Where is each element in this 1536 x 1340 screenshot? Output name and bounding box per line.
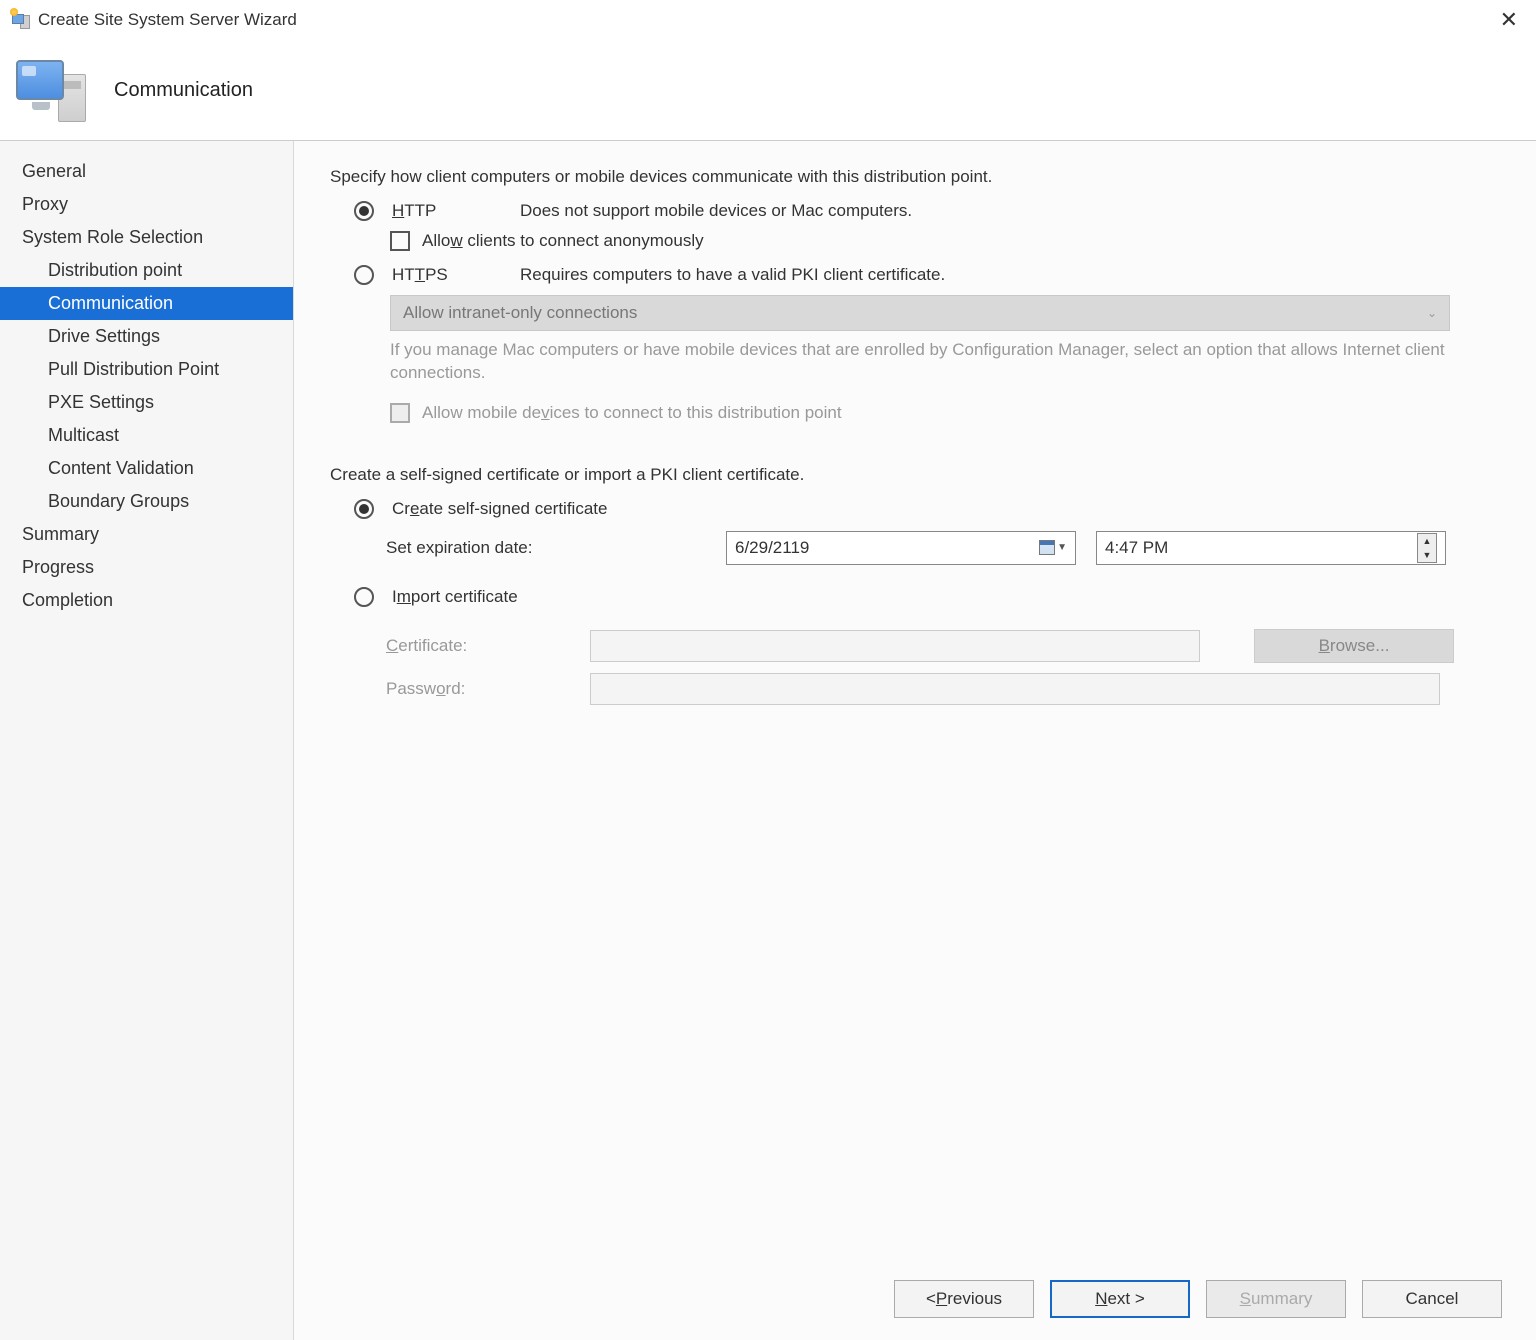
sidebar-item-summary[interactable]: Summary <box>0 518 293 551</box>
cancel-button[interactable]: Cancel <box>1362 1280 1502 1318</box>
content-pane: Specify how client computers or mobile d… <box>294 141 1536 1340</box>
sidebar-item-pull-distribution-point[interactable]: Pull Distribution Point <box>0 353 293 386</box>
allow-mobile-checkbox <box>390 403 410 423</box>
sidebar-item-progress[interactable]: Progress <box>0 551 293 584</box>
connection-type-value: Allow intranet-only connections <box>403 303 637 323</box>
allow-anonymous-label: Allow clients to connect anonymously <box>422 231 704 251</box>
title-bar: Create Site System Server Wizard ✕ <box>0 0 1536 40</box>
expiration-date-value: 6/29/2119 <box>735 538 809 558</box>
certificate-path-input <box>590 630 1200 662</box>
https-label: HTTPS <box>392 265 502 285</box>
sidebar-item-communication[interactable]: Communication <box>0 287 293 320</box>
http-label: HTTP <box>392 201 502 221</box>
page-title: Communication <box>114 79 253 102</box>
close-icon[interactable]: ✕ <box>1494 7 1524 33</box>
sidebar-item-boundary-groups[interactable]: Boundary Groups <box>0 485 293 518</box>
https-option-row[interactable]: HTTPS Requires computers to have a valid… <box>330 265 1500 285</box>
sidebar-item-completion[interactable]: Completion <box>0 584 293 617</box>
http-description: Does not support mobile devices or Mac c… <box>520 201 912 221</box>
connection-type-dropdown: Allow intranet-only connections ⌄ <box>390 295 1450 331</box>
cert-intro-text: Create a self-signed certificate or impo… <box>330 465 1500 485</box>
password-field-label: Password: <box>386 679 576 699</box>
sidebar-item-pxe-settings[interactable]: PXE Settings <box>0 386 293 419</box>
expiration-time-value: 4:47 PM <box>1105 538 1168 558</box>
create-self-signed-label: Create self-signed certificate <box>392 499 607 519</box>
import-certificate-radio[interactable] <box>354 587 374 607</box>
next-button[interactable]: Next > <box>1050 1280 1190 1318</box>
http-radio[interactable] <box>354 201 374 221</box>
password-input <box>590 673 1440 705</box>
wizard-footer: < Previous Next > Summary Cancel <box>894 1280 1502 1318</box>
header-band: Communication <box>0 40 1536 140</box>
wizard-steps-sidebar: General Proxy System Role Selection Dist… <box>0 141 294 1340</box>
summary-button: Summary <box>1206 1280 1346 1318</box>
intro-text: Specify how client computers or mobile d… <box>330 167 1500 187</box>
sidebar-item-content-validation[interactable]: Content Validation <box>0 452 293 485</box>
sidebar-item-multicast[interactable]: Multicast <box>0 419 293 452</box>
sidebar-item-system-role-selection[interactable]: System Role Selection <box>0 221 293 254</box>
allow-mobile-row: Allow mobile devices to connect to this … <box>330 403 1500 423</box>
browse-button: Browse... <box>1254 629 1454 663</box>
expiration-date-input[interactable]: 6/29/2119 ▼ <box>726 531 1076 565</box>
import-certificate-label: Import certificate <box>392 587 518 607</box>
window-title: Create Site System Server Wizard <box>38 10 297 30</box>
allow-anonymous-row[interactable]: Allow clients to connect anonymously <box>330 231 1500 251</box>
wizard-icon <box>12 11 30 29</box>
allow-anonymous-checkbox[interactable] <box>390 231 410 251</box>
sidebar-item-drive-settings[interactable]: Drive Settings <box>0 320 293 353</box>
connection-type-help: If you manage Mac computers or have mobi… <box>390 339 1450 385</box>
https-description: Requires computers to have a valid PKI c… <box>520 265 945 285</box>
create-self-signed-row[interactable]: Create self-signed certificate <box>330 499 1500 519</box>
allow-mobile-label: Allow mobile devices to connect to this … <box>422 403 842 423</box>
time-spinner-icon[interactable]: ▲▼ <box>1417 533 1437 563</box>
expiration-label: Set expiration date: <box>386 538 726 558</box>
https-radio[interactable] <box>354 265 374 285</box>
sidebar-item-general[interactable]: General <box>0 155 293 188</box>
sidebar-item-proxy[interactable]: Proxy <box>0 188 293 221</box>
server-monitor-icon <box>16 56 90 124</box>
certificate-field-label: Certificate: <box>386 636 576 656</box>
import-certificate-row[interactable]: Import certificate <box>330 587 1500 607</box>
sidebar-item-distribution-point[interactable]: Distribution point <box>0 254 293 287</box>
create-self-signed-radio[interactable] <box>354 499 374 519</box>
http-option-row[interactable]: HTTP Does not support mobile devices or … <box>330 201 1500 221</box>
chevron-down-icon: ⌄ <box>1427 306 1437 320</box>
calendar-icon[interactable]: ▼ <box>1039 540 1067 555</box>
expiration-time-input[interactable]: 4:47 PM ▲▼ <box>1096 531 1446 565</box>
previous-button[interactable]: < Previous <box>894 1280 1034 1318</box>
